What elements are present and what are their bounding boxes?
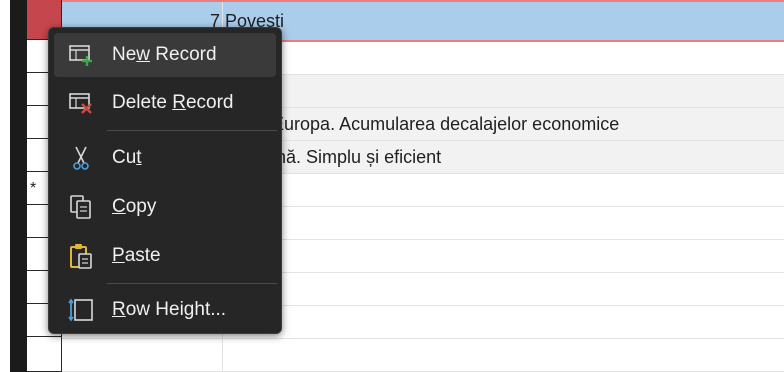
new-record-icon — [66, 40, 96, 70]
context-menu: New Record Delete Record Cut Copy Paste … — [48, 27, 282, 334]
menu-item-label: New Record — [112, 44, 217, 65]
menu-item-label: Copy — [112, 196, 157, 217]
menu-item-cut[interactable]: Cut — [54, 136, 276, 180]
window-border — [10, 0, 27, 372]
table-row-empty — [62, 339, 784, 372]
menu-separator — [107, 130, 277, 131]
paste-icon — [66, 241, 96, 271]
menu-item-label: Paste — [112, 245, 161, 266]
menu-item-paste[interactable]: Paste — [54, 234, 276, 278]
new-row-marker: * — [30, 180, 37, 197]
menu-item-row-height[interactable]: Row Height... — [54, 288, 276, 332]
row-height-icon — [66, 295, 96, 325]
delete-record-icon — [66, 88, 96, 118]
menu-item-delete-record[interactable]: Delete Record — [54, 81, 276, 125]
record-selector[interactable] — [27, 337, 62, 372]
menu-item-copy[interactable]: Copy — [54, 185, 276, 229]
window-edge — [0, 0, 10, 372]
menu-item-label: Row Height... — [112, 299, 227, 320]
cell-title[interactable]: nia si Europa. Acumularea decalajelor ec… — [225, 114, 619, 135]
menu-item-label: Cut — [112, 147, 142, 168]
copy-icon — [66, 192, 96, 222]
cut-icon — [66, 143, 96, 173]
menu-item-label: Delete Record — [112, 92, 234, 113]
menu-item-new-record[interactable]: New Record — [54, 33, 276, 77]
menu-separator — [107, 283, 277, 284]
